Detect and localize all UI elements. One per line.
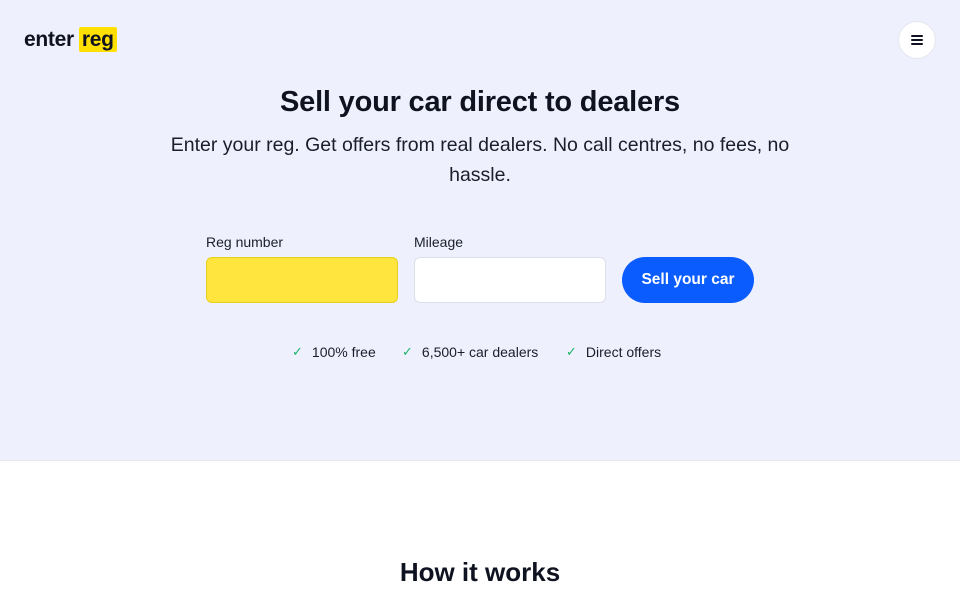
logo[interactable]: enter reg	[24, 27, 117, 52]
check-icon: ✓	[402, 344, 413, 359]
feature-label: Direct offers	[585, 344, 662, 360]
how-it-works-title: How it works	[399, 557, 561, 587]
feature-item: ✓ Direct offers	[566, 344, 661, 360]
page-subtitle: Enter your reg. Get offers from real dea…	[170, 134, 790, 186]
feature-list: ✓ 100% free ✓ 6,500+ car dealers ✓ Direc…	[0, 344, 960, 364]
menu-button[interactable]	[898, 21, 936, 59]
feature-label: 6,500+ car dealers	[421, 344, 539, 360]
feature-label: 100% free	[311, 344, 376, 360]
logo-text-highlight: reg	[78, 27, 117, 52]
reg-number-label: Reg number	[206, 234, 284, 250]
mileage-label: Mileage	[414, 234, 464, 250]
hero-section: enter reg Sell your car direct to dealer…	[0, 0, 960, 461]
feature-item: ✓ 6,500+ car dealers	[402, 344, 538, 360]
logo-text-plain: enter	[24, 27, 74, 51]
reg-number-input[interactable]	[206, 257, 398, 303]
feature-item: ✓ 100% free	[292, 344, 376, 360]
check-icon: ✓	[292, 344, 303, 359]
sell-your-car-button[interactable]: Sell your car	[622, 257, 754, 303]
mileage-input[interactable]	[414, 257, 606, 303]
hamburger-menu-icon	[911, 35, 923, 45]
page-title: Sell your car direct to dealers	[280, 86, 680, 118]
check-icon: ✓	[566, 344, 577, 359]
